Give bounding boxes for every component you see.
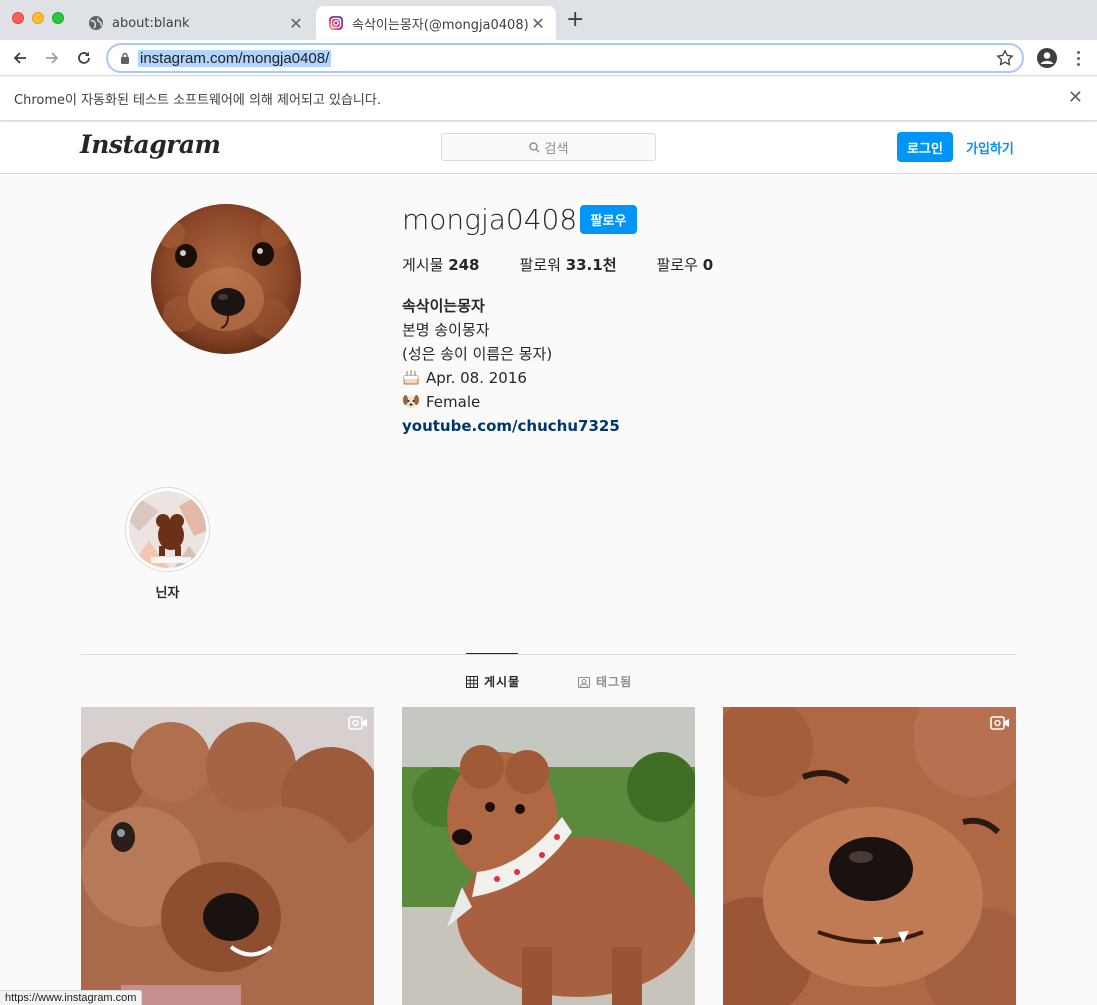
story-highlight[interactable]: 닌자 — [125, 487, 210, 601]
followers-label: 팔로워 — [519, 256, 561, 274]
tab-posts-label: 게시물 — [484, 675, 521, 689]
bio-gender-line: Female — [402, 390, 620, 414]
highlight-ring — [125, 487, 210, 572]
video-camera-icon — [990, 716, 1009, 730]
bio-gender: Female — [426, 393, 481, 411]
profile-username: mongja0408 — [402, 203, 578, 236]
back-button[interactable] — [8, 46, 32, 70]
posts-value: 248 — [448, 256, 480, 274]
search-icon — [528, 141, 540, 152]
bookmark-star-icon[interactable] — [996, 49, 1014, 67]
automation-infobar: Chrome이 자동화된 테스트 소프트웨어에 의해 제어되고 있습니다. ✕ — [0, 77, 1097, 121]
arrow-right-icon — [46, 52, 59, 64]
lock-icon — [121, 52, 129, 64]
tagged-person-icon — [578, 676, 590, 688]
reload-button[interactable] — [72, 46, 96, 70]
tab-title: about:blank — [112, 15, 190, 31]
profile-bio: 속삭이는몽자 본명 송이몽자 (성은 송이 이름은 몽자) Apr. 08. 2… — [402, 294, 620, 438]
browser-toolbar: instagram.com/mongja0408/ — [0, 40, 1097, 76]
highlight-cover — [129, 491, 206, 568]
post-thumbnail[interactable] — [402, 707, 695, 1005]
tab-tagged[interactable]: 태그됨 — [578, 673, 632, 690]
instagram-logo[interactable]: Instagram — [80, 130, 221, 159]
forward-button[interactable] — [40, 46, 64, 70]
login-button[interactable]: 로그인 — [897, 132, 953, 162]
browser-menu-button[interactable] — [1070, 47, 1086, 69]
infobar-message: Chrome이 자동화된 테스트 소프트웨어에 의해 제어되고 있습니다. — [14, 93, 381, 108]
post-image — [402, 707, 695, 1005]
instagram-header: Instagram 검색 로그인 가입하기 — [0, 122, 1097, 174]
tab-tagged-label: 태그됨 — [596, 675, 633, 689]
browser-tab-instagram[interactable]: 속삭이는몽자(@mongja0408) • In ✕ — [316, 6, 556, 40]
followers-value: 33.1천 — [565, 256, 617, 274]
followers-count[interactable]: 팔로워 33.1천 — [520, 254, 617, 275]
address-bar[interactable]: instagram.com/mongja0408/ — [106, 43, 1024, 73]
instagram-favicon-icon — [329, 16, 343, 30]
reload-icon — [78, 52, 90, 64]
search-placeholder: 검색 — [544, 141, 569, 157]
tab-title: 속삭이는몽자(@mongja0408) • In — [352, 17, 530, 33]
post-thumbnail[interactable] — [723, 707, 1016, 1005]
profile-tabs-divider — [81, 654, 1016, 655]
bio-line: 본명 송이몽자 — [402, 321, 490, 339]
new-tab-button[interactable]: + — [566, 9, 584, 31]
posts-label: 게시물 — [402, 256, 444, 274]
bio-name: 속삭이는몽자 — [402, 297, 485, 315]
bio-line: (성은 송이 이름은 몽자) — [402, 345, 553, 363]
search-input[interactable]: 검색 — [441, 133, 656, 161]
tab-posts[interactable]: 게시물 — [466, 673, 520, 690]
post-thumbnail[interactable] — [81, 707, 374, 1005]
close-tab-icon[interactable]: ✕ — [288, 14, 304, 33]
dog-face-icon — [403, 395, 419, 408]
signup-link[interactable]: 가입하기 — [966, 138, 1014, 157]
highlight-cover-image — [129, 491, 206, 568]
globe-icon — [89, 16, 103, 30]
following-label: 팔로우 — [656, 256, 698, 274]
close-infobar-icon[interactable]: ✕ — [1068, 89, 1083, 107]
bio-external-link[interactable]: youtube.com/chuchu7325 — [402, 414, 620, 438]
close-tab-icon[interactable]: ✕ — [530, 14, 546, 33]
url-text: instagram.com/mongja0408/ — [138, 49, 332, 67]
grid-icon — [466, 675, 478, 688]
bio-birthday: Apr. 08. 2016 — [426, 369, 527, 387]
browser-tab-about-blank[interactable]: about:blank ✕ — [76, 6, 314, 40]
follow-button[interactable]: 팔로우 — [580, 205, 637, 234]
post-image — [723, 707, 1016, 1005]
profile-stats: 게시물 248 팔로워 33.1천 팔로우 0 — [402, 254, 753, 275]
arrow-left-icon — [13, 52, 26, 64]
following-count[interactable]: 팔로우 0 — [657, 254, 714, 275]
active-tab-indicator — [466, 653, 518, 654]
video-camera-icon — [348, 716, 367, 730]
poodle-face-image — [151, 204, 301, 354]
profile-avatar[interactable] — [151, 204, 301, 354]
browser-status-bar: https://www.instagram.com — [0, 990, 143, 1005]
post-image — [81, 707, 374, 1005]
browser-tab-bar: about:blank ✕ 속삭이는몽자(@mongja0408) • In ✕… — [0, 0, 1097, 40]
highlight-label: 닌자 — [155, 586, 180, 601]
maximize-window-button[interactable] — [52, 12, 64, 24]
birthday-cake-icon — [403, 370, 419, 385]
following-value: 0 — [702, 256, 714, 274]
bio-birthday-line: Apr. 08. 2016 — [402, 366, 620, 390]
minimize-window-button[interactable] — [32, 12, 44, 24]
posts-count: 게시물 248 — [402, 254, 480, 275]
profile-avatar-icon[interactable] — [1036, 47, 1058, 69]
close-window-button[interactable] — [12, 12, 24, 24]
